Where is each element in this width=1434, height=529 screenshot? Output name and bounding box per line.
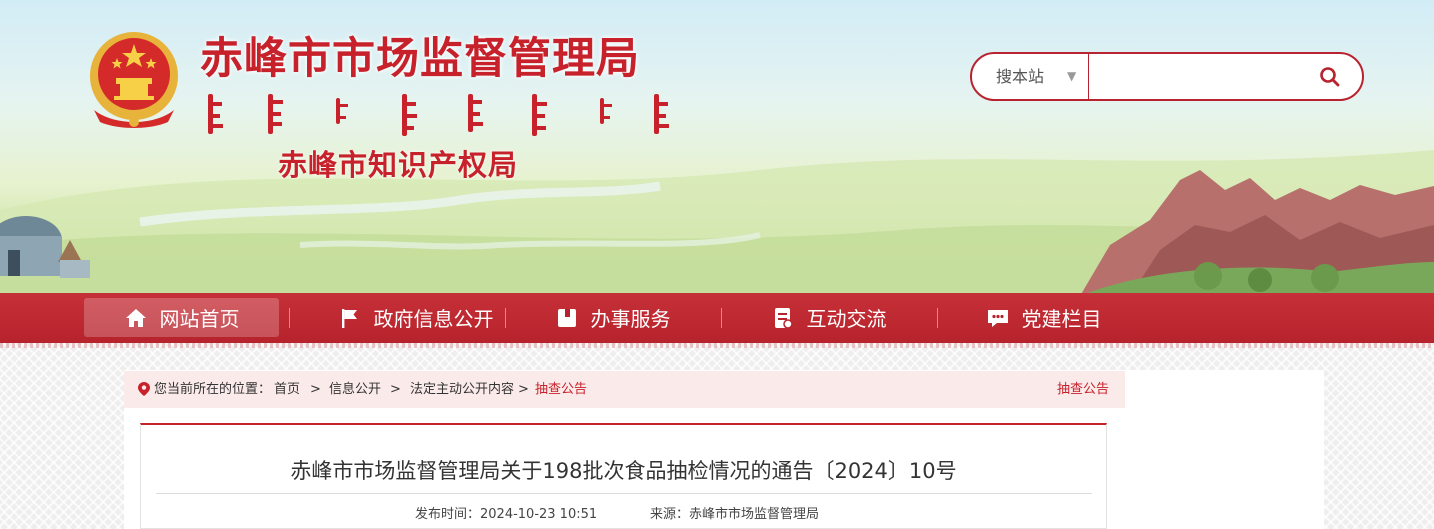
nav-item-label: 网站首页 xyxy=(159,307,240,331)
nav-divider xyxy=(505,308,506,328)
national-emblem-icon xyxy=(90,32,178,128)
location-label: 您当前所在的位置： xyxy=(154,382,272,397)
search-scope-select[interactable]: 搜本站 ▼ xyxy=(972,54,1089,99)
search-icon[interactable] xyxy=(1318,65,1342,89)
breadcrumb-home[interactable]: 首页 xyxy=(274,371,300,408)
breadcrumb: 您当前所在的位置： 首页 > 信息公开 > 法定主动公开内容 > 抽查公告 抽查… xyxy=(124,371,1125,408)
nav-item-label: 办事服务 xyxy=(590,307,671,331)
nav-divider xyxy=(289,308,290,328)
chat-icon xyxy=(987,309,1008,327)
column-name-link[interactable]: 抽查公告 xyxy=(1057,371,1109,408)
nav-divider xyxy=(937,308,938,328)
nav-item-label: 政府信息公开 xyxy=(373,307,494,331)
article-source: 来源：赤峰市市场监督管理局 xyxy=(650,507,820,522)
search-scope-label: 搜本站 xyxy=(996,67,1045,86)
mongolian-script-logo xyxy=(208,94,669,136)
breadcrumb-info-public[interactable]: 信息公开 xyxy=(329,371,381,408)
search-input[interactable] xyxy=(1092,60,1302,93)
home-icon xyxy=(125,308,146,327)
flag-icon xyxy=(341,308,357,328)
breadcrumb-current[interactable]: 抽查公告 xyxy=(535,371,587,408)
chevron-down-icon: ▼ xyxy=(1067,69,1077,83)
publish-time: 发布时间：2024-10-23 10:51 xyxy=(415,507,598,522)
location-pin-icon xyxy=(138,382,150,396)
document-icon xyxy=(774,307,793,329)
breadcrumb-statutory-content[interactable]: 法定主动公开内容 xyxy=(410,371,514,408)
breadcrumb-separator: > xyxy=(310,382,321,397)
nav-item-label: 党建栏目 xyxy=(1021,307,1102,331)
title-divider xyxy=(156,493,1092,494)
search-box: 搜本站 ▼ xyxy=(970,52,1364,101)
site-header: 赤峰市市场监督管理局 赤峰市知识产权局 搜本站 ▼ xyxy=(0,0,1434,296)
nav-item-services[interactable]: 办事服务 xyxy=(515,298,710,337)
main-nav: 网站首页 政府信息公开 办事服务 互动交流 党建栏目 xyxy=(0,293,1434,343)
nav-item-party-building[interactable]: 党建栏目 xyxy=(946,298,1141,337)
folder-icon xyxy=(557,308,576,327)
nav-item-interaction[interactable]: 互动交流 xyxy=(731,298,926,337)
article-container: 赤峰市市场监督管理局关于198批次食品抽检情况的通告〔2024〕10号 发布时间… xyxy=(140,423,1107,529)
site-subtitle: 赤峰市知识产权局 xyxy=(278,148,519,182)
nav-divider xyxy=(721,308,722,328)
breadcrumb-separator: > xyxy=(518,382,529,397)
nav-item-home[interactable]: 网站首页 xyxy=(84,298,279,337)
nav-item-label: 互动交流 xyxy=(806,307,887,331)
nav-item-government-info[interactable]: 政府信息公开 xyxy=(318,298,513,337)
article-title: 赤峰市市场监督管理局关于198批次食品抽检情况的通告〔2024〕10号 xyxy=(290,459,957,483)
site-title: 赤峰市市场监督管理局 xyxy=(200,34,640,84)
breadcrumb-separator: > xyxy=(390,382,401,397)
